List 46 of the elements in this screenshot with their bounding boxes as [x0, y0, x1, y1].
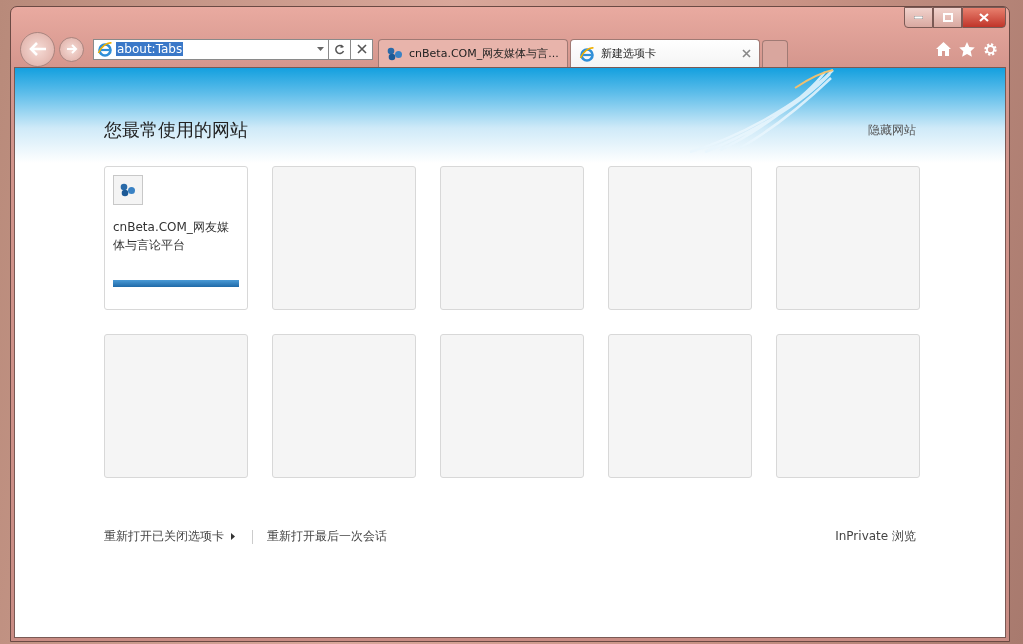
inprivate-link[interactable]: InPrivate 浏览 — [835, 528, 916, 545]
back-button[interactable] — [20, 31, 55, 67]
empty-tile[interactable] — [272, 166, 416, 310]
reopen-closed-tabs-link[interactable]: 重新打开已关闭选项卡 — [104, 528, 235, 545]
close-icon[interactable] — [742, 49, 751, 58]
dropdown-caret-icon[interactable] — [317, 47, 324, 51]
tab-title: cnBeta.COM_网友媒体与言... — [409, 46, 559, 61]
site-tile[interactable]: cnBeta.COM_网友媒体与言论平台 — [104, 166, 248, 310]
favorites-star-icon[interactable] — [959, 41, 975, 57]
close-window-button[interactable] — [962, 7, 1006, 28]
forward-button[interactable] — [59, 36, 84, 62]
empty-tile[interactable] — [440, 166, 584, 310]
empty-tile[interactable] — [608, 334, 752, 478]
new-tab-button[interactable] — [762, 40, 788, 67]
reopen-session-link[interactable]: 重新打开最后一次会话 — [267, 528, 387, 545]
close-icon — [356, 44, 367, 54]
maximize-icon — [942, 13, 953, 22]
home-icon[interactable] — [936, 42, 951, 56]
maximize-button[interactable] — [933, 7, 962, 28]
close-icon — [979, 13, 989, 22]
site-icon — [120, 183, 136, 197]
browser-icon — [579, 45, 595, 62]
tab-title: 新建选项卡 — [601, 46, 656, 61]
empty-tile[interactable] — [104, 334, 248, 478]
minimize-button[interactable] — [904, 7, 933, 28]
empty-tile[interactable] — [440, 334, 584, 478]
site-title: cnBeta.COM_网友媒体与言论平台 — [113, 219, 230, 254]
empty-tile[interactable] — [776, 334, 920, 478]
browser-tab[interactable]: 新建选项卡 — [570, 39, 760, 67]
refresh-button[interactable] — [329, 38, 351, 60]
settings-icon[interactable] — [983, 41, 998, 57]
page-heading: 您最常使用的网站 — [104, 118, 248, 142]
browser-tab[interactable]: cnBeta.COM_网友媒体与言... — [378, 39, 568, 67]
stop-button[interactable] — [351, 38, 373, 60]
minimize-icon — [914, 16, 923, 19]
site-icon — [387, 46, 403, 61]
refresh-icon — [334, 43, 345, 55]
address-field[interactable]: about:Tabs — [93, 38, 329, 60]
caret-icon — [231, 533, 235, 540]
forward-arrow-icon — [65, 44, 78, 54]
hide-sites-link[interactable]: 隐藏网站 — [868, 121, 916, 139]
browser-icon — [97, 41, 113, 57]
empty-tile[interactable] — [776, 166, 920, 310]
empty-tile[interactable] — [272, 334, 416, 478]
back-arrow-icon — [28, 42, 47, 56]
empty-tile[interactable] — [608, 166, 752, 310]
